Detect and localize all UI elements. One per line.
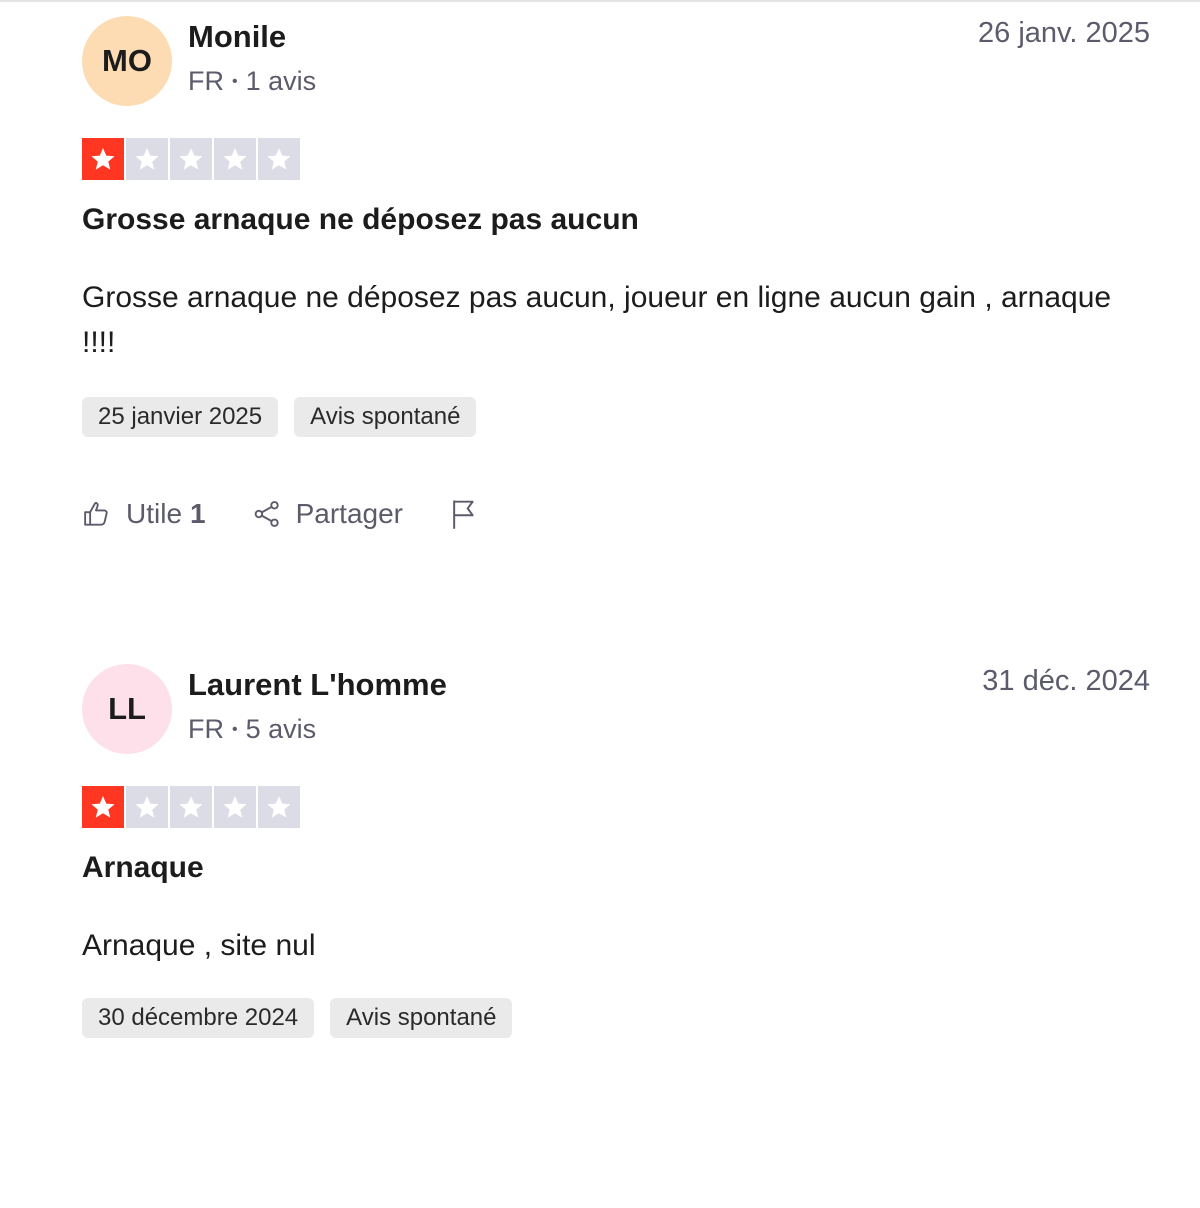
star-rating [82,786,302,828]
star-rating [82,138,302,180]
reviewer-meta: FR • 5 avis [188,714,316,745]
review-tags: 30 décembre 2024 Avis spontané [82,998,528,1038]
star-icon [126,138,168,180]
share-button[interactable]: Partager [252,498,403,530]
useful-button[interactable]: Utile 1 [82,498,206,530]
review-actions: Utile 1 Partager [82,498,539,530]
reviewer-meta: FR • 1 avis [188,66,316,97]
experience-date-badge: 25 janvier 2025 [82,397,279,437]
separator-dot: • [232,720,238,738]
star-icon [258,786,300,828]
thumbs-up-icon [84,502,108,526]
reviewer-country: FR [188,66,224,96]
review-date: 31 déc. 2024 [982,665,1150,697]
star-icon [170,786,212,828]
avatar[interactable]: LL [82,664,172,754]
review-card: MO Monile FR • 1 avis 26 janv. 2025 Gros… [0,0,1200,560]
review-body: Grosse arnaque ne déposez pas aucun, jou… [82,281,1112,359]
reviewer-review-count: 5 avis [245,714,317,744]
report-button[interactable] [449,498,493,530]
star-icon [82,138,124,180]
review-tags: 25 janvier 2025 Avis spontané [82,397,492,437]
avatar-initials: LL [108,691,146,726]
avatar[interactable]: MO [82,16,172,106]
star-icon [214,138,256,180]
experience-date-badge: 30 décembre 2024 [82,998,315,1038]
reviewer-name[interactable]: Laurent L'homme [188,667,447,703]
review-title[interactable]: Arnaque [82,851,204,885]
share-label: Partager [295,498,403,529]
review-body: Arnaque , site nul [82,929,316,962]
separator-dot: • [232,72,238,90]
reviewer-country: FR [188,714,224,744]
spontaneous-review-badge[interactable]: Avis spontané [330,998,513,1038]
useful-label: Utile [126,498,183,529]
star-icon [258,138,300,180]
reviewer-name[interactable]: Monile [188,19,286,55]
share-icon [254,501,279,527]
review-date: 26 janv. 2025 [978,17,1150,49]
reviewer-review-count: 1 avis [245,66,317,96]
star-icon [126,786,168,828]
flag-icon [453,500,474,529]
star-icon [170,138,212,180]
avatar-initials: MO [102,43,152,78]
review-title[interactable]: Grosse arnaque ne déposez pas aucun [82,203,639,237]
star-icon [82,786,124,828]
review-card: LL Laurent L'homme FR • 5 avis 31 déc. 2… [0,648,1200,1208]
useful-count: 1 [190,498,206,529]
star-icon [214,786,256,828]
spontaneous-review-badge[interactable]: Avis spontané [294,397,477,437]
